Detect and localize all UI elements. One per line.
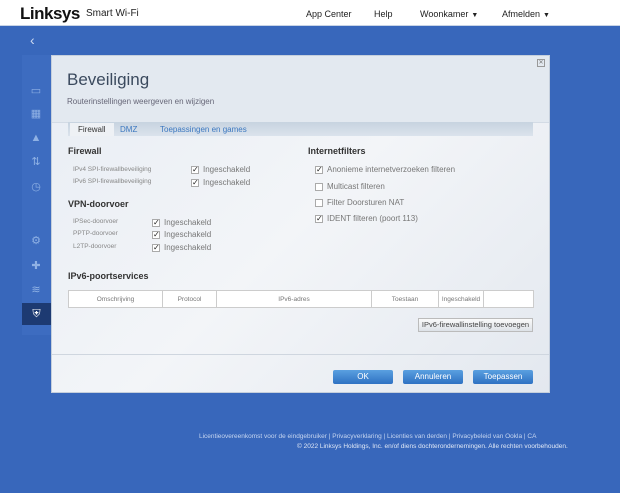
security-nav-active[interactable]: ⛨	[22, 303, 51, 325]
l2tp-label: L2TP-doorvoer	[73, 243, 117, 250]
checkbox-label: IDENT filteren (poort 113)	[327, 214, 418, 223]
devices-icon[interactable]: ▭	[28, 85, 44, 97]
table-header-row: Omschrijving Protocol IPv6-adres Toestaa…	[68, 290, 534, 308]
warning-icon[interactable]: ▲	[28, 132, 44, 144]
nav-app-center[interactable]: App Center	[306, 9, 352, 19]
col-description: Omschrijving	[68, 290, 163, 308]
pptp-label: PPTP-doorvoer	[73, 230, 118, 237]
nav-help[interactable]: Help	[374, 9, 393, 19]
multicast-checkbox[interactable]: Multicast filteren	[315, 182, 385, 191]
ipv6-services-table: Omschrijving Protocol IPv6-adres Toestaa…	[68, 290, 534, 308]
ipv6-spi-checkbox[interactable]: ✓ Ingeschakeld	[191, 178, 250, 187]
checkbox-checked-icon: ✓	[315, 213, 323, 223]
checkbox-label: Anonieme internetverzoeken filteren	[327, 165, 456, 174]
col-protocol: Protocol	[162, 290, 217, 308]
ipsec-checkbox[interactable]: ✓ Ingeschakeld	[152, 218, 211, 227]
checkbox-label: Ingeschakeld	[164, 230, 212, 239]
anonymous-requests-checkbox[interactable]: ✓ Anonieme internetverzoeken filteren	[315, 165, 455, 174]
tab-bar: Firewall DMZ Toepassingen en games	[68, 122, 533, 136]
checkbox-unchecked-icon	[315, 182, 323, 191]
checkbox-label: Ingeschakeld	[164, 218, 212, 227]
media-priority-icon[interactable]: ⇅	[28, 156, 44, 168]
close-icon[interactable]: ✕	[537, 59, 545, 67]
eula-link[interactable]: Licentieovereenkomst voor de eindgebruik…	[199, 433, 327, 440]
caret-down-icon: ▼	[543, 12, 550, 19]
linksys-logo[interactable]: Linksys	[20, 4, 80, 24]
wifi-settings-icon[interactable]: ≋	[28, 284, 44, 296]
l2tp-checkbox[interactable]: ✓ Ingeschakeld	[152, 243, 211, 252]
col-allow: Toestaan	[371, 290, 439, 308]
ipsec-label: IPSec-doorvoer	[73, 218, 119, 225]
apply-button[interactable]: Toepassen	[473, 370, 533, 384]
parental-controls-icon[interactable]: ▦	[28, 108, 44, 120]
settings-icon[interactable]: ⚙	[28, 235, 44, 247]
checkbox-label: Ingeschakeld	[203, 165, 251, 174]
ident-checkbox[interactable]: ✓ IDENT filteren (poort 113)	[315, 214, 418, 223]
checkbox-unchecked-icon	[315, 198, 323, 207]
vpn-heading: VPN-doorvoer	[68, 199, 129, 209]
shield-icon: ⛨	[32, 308, 41, 320]
ipv4-spi-label: IPv4 SPI-firewallbeveiliging	[73, 166, 152, 173]
privacy-link[interactable]: Privacyverklaring	[332, 433, 382, 440]
tab-firewall[interactable]: Firewall	[70, 123, 114, 136]
firewall-heading: Firewall	[68, 146, 102, 156]
nat-redirect-checkbox[interactable]: Filter Doorsturen NAT	[315, 198, 404, 207]
checkbox-checked-icon: ✓	[152, 217, 160, 227]
top-bar: Linksys Smart Wi-Fi App Center Help Woon…	[0, 0, 620, 26]
checkbox-label: Ingeschakeld	[203, 178, 251, 187]
checkbox-checked-icon: ✓	[152, 229, 160, 239]
back-chevron-icon[interactable]: ‹	[30, 32, 35, 48]
pptp-checkbox[interactable]: ✓ Ingeschakeld	[152, 230, 211, 239]
sidebar: ▭ ▦ ▲ ⇅ ◷ ⚙ ✚ ≋ ⛨	[22, 55, 51, 335]
nav-afmelden[interactable]: Afmelden ▼	[502, 9, 550, 19]
copyright: © 2022 Linksys Holdings, Inc. en/of dien…	[297, 443, 568, 450]
third-party-licenses-link[interactable]: Licenties van derden	[387, 433, 447, 440]
checkbox-label: Ingeschakeld	[164, 243, 212, 252]
ipv6-services-heading: IPv6-poortservices	[68, 271, 149, 281]
add-ipv6-firewall-button[interactable]: IPv6-firewallinstelling toevoegen	[418, 318, 533, 332]
ca-link[interactable]: CA	[527, 433, 536, 440]
product-name: Smart Wi-Fi	[86, 8, 139, 19]
checkbox-label: Multicast filteren	[327, 182, 385, 191]
tab-applications-games[interactable]: Toepassingen en games	[152, 123, 255, 136]
internet-filters-heading: Internetfilters	[308, 146, 366, 156]
col-enabled: Ingeschakeld	[438, 290, 484, 308]
col-ipv6-address: IPv6-adres	[216, 290, 372, 308]
dialog-title: Beveiliging	[67, 70, 150, 89]
col-actions	[483, 290, 534, 308]
ipv6-spi-label: IPv6 SPI-firewallbeveiliging	[73, 178, 152, 185]
troubleshooting-icon[interactable]: ✚	[28, 260, 44, 272]
cancel-button[interactable]: Annuleren	[403, 370, 463, 384]
tab-dmz[interactable]: DMZ	[112, 123, 145, 136]
nav-label: Afmelden	[502, 9, 541, 19]
nav-label: Woonkamer	[420, 9, 469, 19]
nav-woonkamer[interactable]: Woonkamer ▼	[420, 9, 478, 19]
ipv4-spi-checkbox[interactable]: ✓ Ingeschakeld	[191, 165, 250, 174]
footer-links: Licentieovereenkomst voor de eindgebruik…	[199, 433, 537, 440]
dialog-subtitle: Routerinstellingen weergeven en wijzigen	[67, 97, 215, 106]
ookla-privacy-link[interactable]: Privacybeleid van Ookla	[452, 433, 522, 440]
security-dialog: ✕ Beveiliging Routerinstellingen weergev…	[51, 55, 550, 393]
caret-down-icon: ▼	[471, 12, 479, 19]
checkbox-checked-icon: ✓	[152, 242, 160, 252]
dialog-footer-divider	[52, 354, 549, 355]
checkbox-label: Filter Doorsturen NAT	[327, 198, 405, 207]
checkbox-checked-icon: ✓	[191, 164, 199, 174]
ok-button[interactable]: OK	[333, 370, 393, 384]
checkbox-checked-icon: ✓	[315, 164, 323, 174]
checkbox-checked-icon: ✓	[191, 177, 199, 187]
speed-test-icon[interactable]: ◷	[28, 181, 44, 193]
